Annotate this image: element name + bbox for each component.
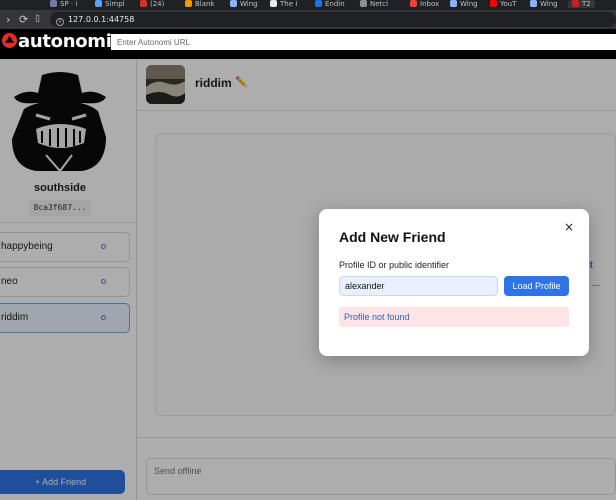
address-text: 127.0.0.1:44758 xyxy=(68,15,135,24)
autonomi-url-input[interactable] xyxy=(111,34,616,50)
tab-label: SP ⋅ i xyxy=(60,0,78,8)
browser-tab[interactable]: YouT xyxy=(490,0,516,8)
error-message: Profile not found xyxy=(339,307,569,327)
tab-favicon-icon xyxy=(530,0,537,7)
autonomi-bar: autonomi xyxy=(0,29,616,88)
tab-favicon-icon xyxy=(185,0,192,7)
tab-label: T2 xyxy=(582,0,591,8)
bookmark-icon[interactable]: ▯ xyxy=(35,13,40,26)
browser-tab[interactable]: T2 xyxy=(568,0,595,8)
tab-label: YouT xyxy=(500,0,517,8)
browser-tab[interactable]: Blank xyxy=(185,0,215,8)
browser-tab[interactable]: Wing xyxy=(530,0,558,8)
browser-tab[interactable]: Netcl xyxy=(360,0,388,8)
autonomi-logo-icon xyxy=(2,33,17,48)
tab-favicon-icon xyxy=(140,0,147,7)
autonomi-wordmark: autonomi xyxy=(18,31,112,52)
forward-icon[interactable]: › xyxy=(6,13,10,26)
tab-label: (24) xyxy=(150,0,165,8)
tab-favicon-icon xyxy=(572,0,579,7)
site-info-icon[interactable]: i xyxy=(56,18,64,26)
browser-tab[interactable]: Simpl xyxy=(95,0,125,8)
tab-favicon-icon xyxy=(50,0,57,7)
tab-label: Inbox xyxy=(420,0,440,8)
browser-tab-strip: SP ⋅ i Simpl (24) Blank Wing The I Endin Netcl I… xyxy=(0,0,616,10)
load-profile-button[interactable]: Load Profile xyxy=(504,276,569,296)
browser-tab[interactable]: Wing xyxy=(230,0,258,8)
address-bar[interactable]: i 127.0.0.1:44758 xyxy=(50,12,616,27)
tab-label: Endin xyxy=(325,0,345,8)
browser-toolbar: › ⟳ ▯ i 127.0.0.1:44758 xyxy=(0,10,616,29)
tab-favicon-icon xyxy=(450,0,457,7)
tab-favicon-icon xyxy=(490,0,497,7)
add-friend-modal: Add New Friend × Profile ID or public id… xyxy=(319,209,589,356)
reload-icon[interactable]: ⟳ xyxy=(19,13,28,26)
browser-tab[interactable]: (24) xyxy=(140,0,164,8)
tab-favicon-icon xyxy=(95,0,102,7)
tab-label: Simpl xyxy=(105,0,125,8)
tab-favicon-icon xyxy=(230,0,237,7)
close-icon[interactable]: × xyxy=(564,220,574,234)
browser-tab[interactable]: The I xyxy=(270,0,297,8)
profile-id-input[interactable] xyxy=(339,276,498,296)
browser-tab[interactable]: Wing xyxy=(450,0,478,8)
tab-label: Wing xyxy=(240,0,258,8)
tab-favicon-icon xyxy=(360,0,367,7)
tab-label: Wing xyxy=(460,0,478,8)
tab-label: Wing xyxy=(540,0,558,8)
profile-id-label: Profile ID or public identifier xyxy=(339,260,450,270)
tab-favicon-icon xyxy=(270,0,277,7)
tab-label: The I xyxy=(280,0,298,8)
browser-tab[interactable]: SP ⋅ i xyxy=(50,0,77,8)
browser-tab[interactable]: Endin xyxy=(315,0,345,8)
browser-tab[interactable]: Inbox xyxy=(410,0,439,8)
tab-favicon-icon xyxy=(410,0,417,7)
modal-title: Add New Friend xyxy=(339,229,446,245)
tab-label: Blank xyxy=(195,0,215,8)
tab-label: Netcl xyxy=(370,0,389,8)
tab-favicon-icon xyxy=(315,0,322,7)
